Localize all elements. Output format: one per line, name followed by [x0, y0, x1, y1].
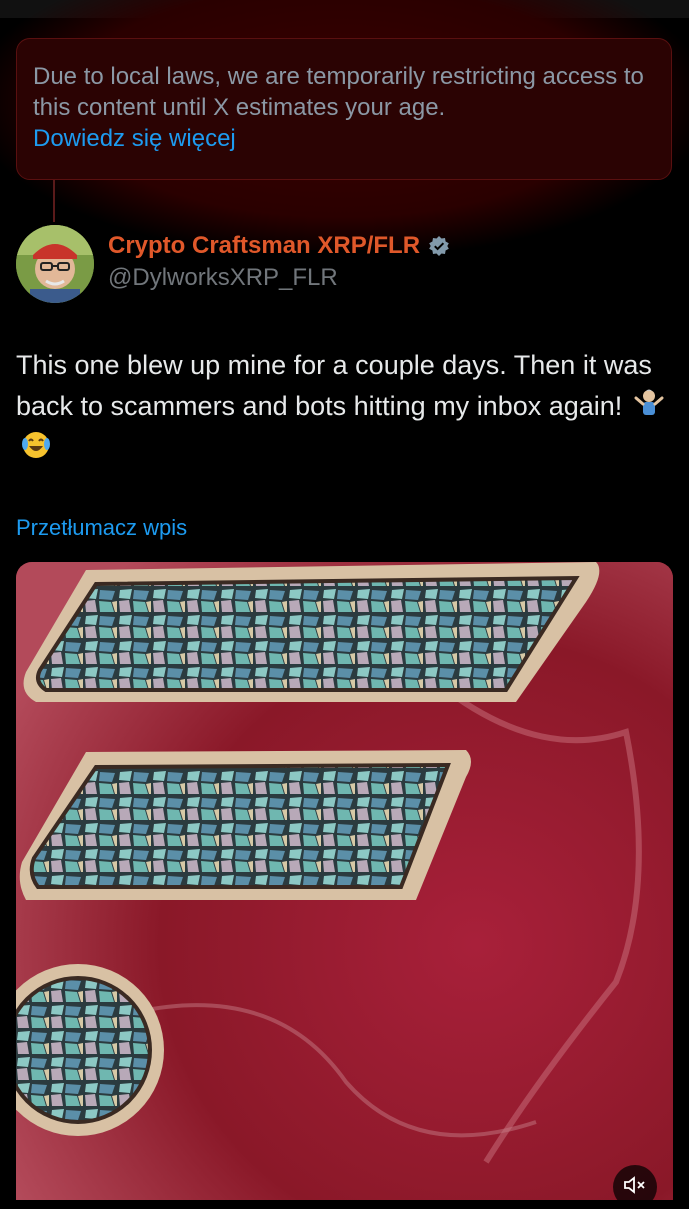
face-with-tears-of-joy-emoji-icon	[20, 429, 52, 473]
tweet-media-video[interactable]	[16, 562, 673, 1200]
muted-speaker-icon	[623, 1175, 647, 1200]
verified-badge-icon	[428, 235, 450, 257]
user-handle[interactable]: @DylworksXRP_FLR	[108, 264, 450, 292]
mute-toggle-button[interactable]	[613, 1165, 657, 1209]
translate-post-link[interactable]: Przetłumacz wpis	[16, 515, 187, 541]
avatar[interactable]	[16, 225, 94, 303]
notice-text: Due to local laws, we are temporarily re…	[33, 63, 644, 121]
display-name[interactable]: Crypto Craftsman XRP/FLR	[108, 232, 420, 260]
man-shrugging-emoji-icon	[634, 387, 664, 429]
tweet-text: This one blew up mine for a couple days.…	[16, 350, 652, 421]
tweet-body: This one blew up mine for a couple days.…	[16, 345, 676, 473]
age-restriction-notice: Due to local laws, we are temporarily re…	[16, 38, 672, 180]
tweet-author: Crypto Craftsman XRP/FLR @DylworksXRP_FL…	[108, 232, 450, 292]
status-bar-strip	[0, 0, 689, 18]
learn-more-link[interactable]: Dowiedz się więcej	[33, 123, 236, 154]
thread-connector-line	[53, 180, 55, 222]
